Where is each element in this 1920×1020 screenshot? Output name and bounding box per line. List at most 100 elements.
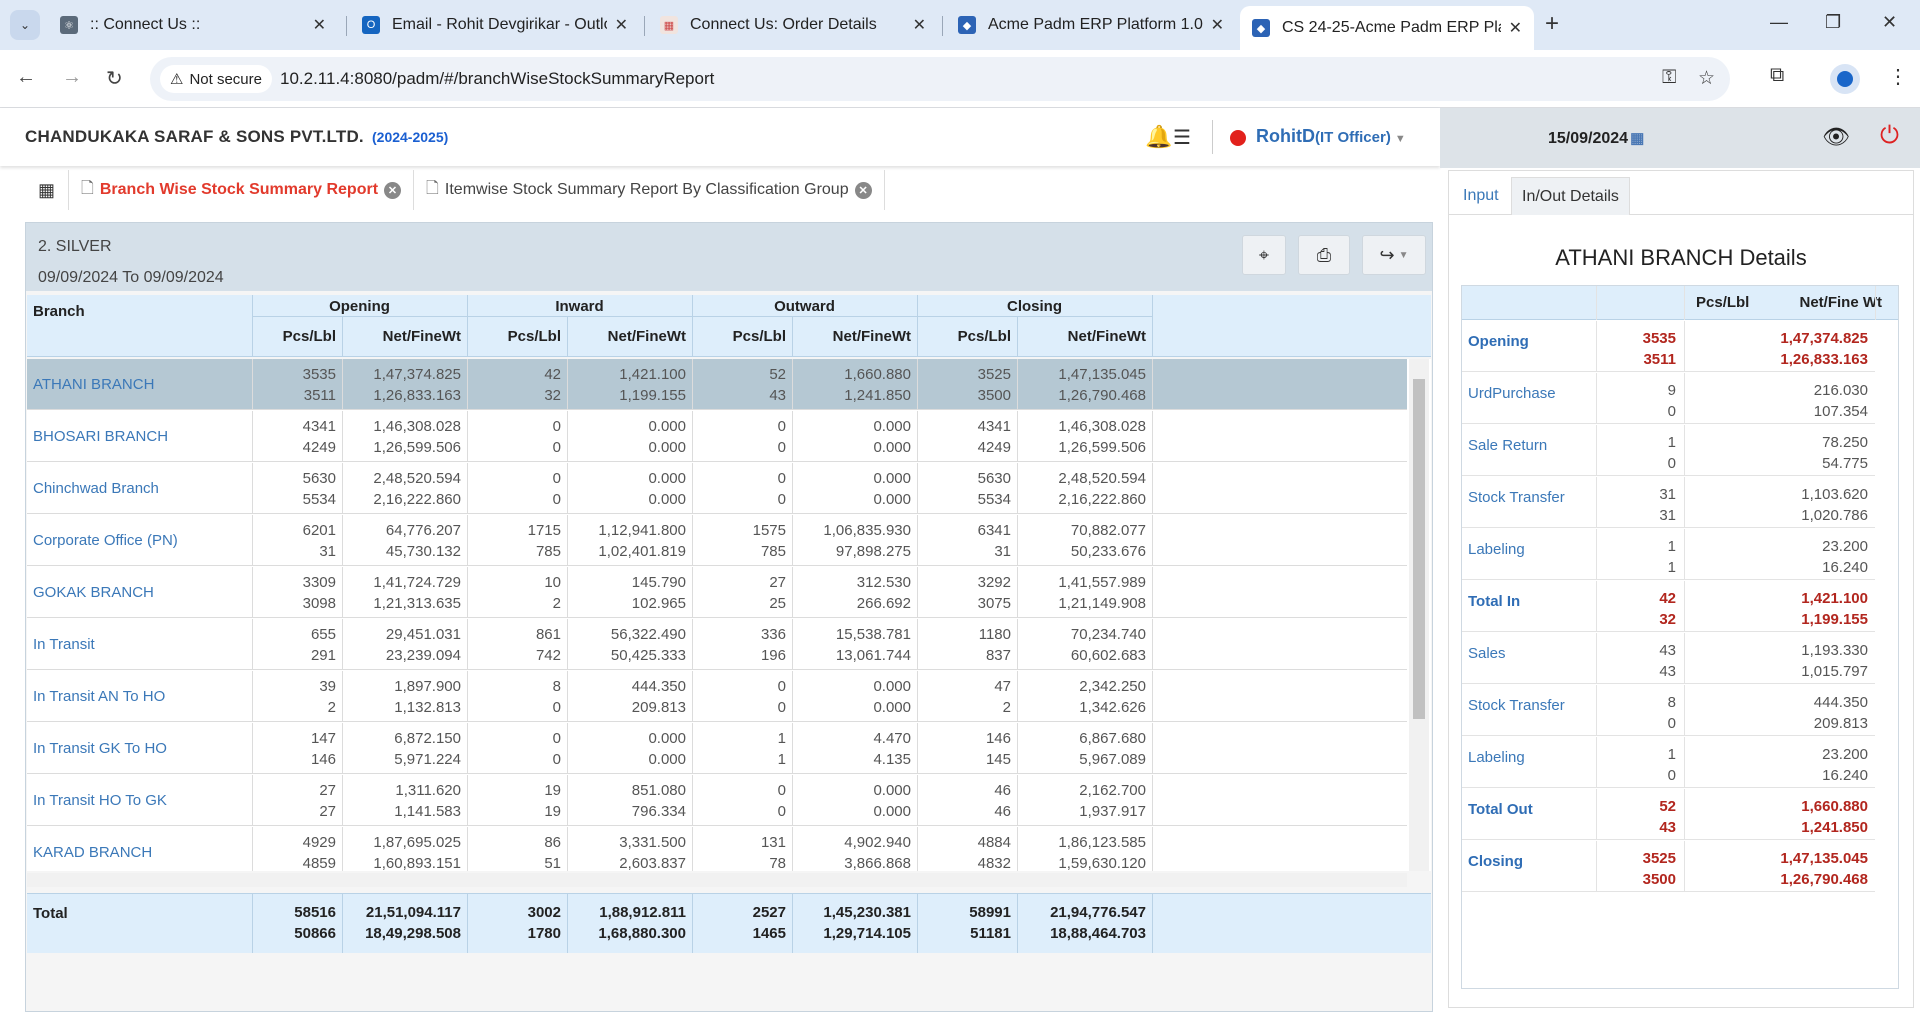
tab-branch-wise-stock[interactable]: 🗋 Branch Wise Stock Summary Report ✕ — [69, 170, 415, 210]
calendar-icon[interactable]: ▦ — [1630, 130, 1644, 147]
outlook-icon: O — [362, 16, 380, 34]
url-text[interactable]: 10.2.11.4:8080/padm/#/branchWiseStockSum… — [280, 69, 714, 89]
details-row[interactable]: Labeling 1 0 23.200 16.240 — [1462, 737, 1875, 788]
value-cell: 1,06,835.930 97,898.275 — [823, 522, 911, 560]
reload-icon[interactable]: ↻ — [106, 66, 123, 91]
table-row[interactable]: GOKAK BRANCH 3309 3098 1,41,724.729 1,21,313… — [27, 567, 1407, 618]
vertical-scrollbar[interactable] — [1409, 359, 1429, 871]
profile-avatar[interactable] — [1830, 64, 1860, 94]
value-cell: 4929 4859 — [302, 834, 336, 871]
branch-link[interactable]: KARAD BRANCH — [33, 842, 152, 871]
date-picker[interactable]: 15/09/2024 ▦ — [1548, 129, 1644, 148]
eye-slash-icon[interactable]: 👁 — [1822, 124, 1850, 150]
details-pcs: 31 31 — [1659, 486, 1676, 524]
close-tab-icon[interactable]: ✕ — [854, 181, 872, 199]
close-tab-icon[interactable]: ✕ — [1211, 15, 1224, 35]
extensions-icon[interactable]: ⧉ — [1770, 64, 1784, 87]
grid-body[interactable]: KOLHAPUR BRANCH468245231,86,862.8301,62,… — [27, 359, 1431, 871]
table-row[interactable]: Corporate Office (PN) 6201 31 64,776.207 45,… — [27, 515, 1407, 566]
value-cell: 2,342.250 1,342.626 — [1079, 678, 1146, 716]
bookmark-star-icon[interactable]: ☆ — [1698, 67, 1715, 90]
security-indicator[interactable]: ⚠ Not secure — [160, 65, 272, 93]
table-row[interactable]: In Transit GK To HO 147 146 6,872.150 5,971.… — [27, 723, 1407, 774]
value-cell: 312.530 266.692 — [856, 574, 911, 612]
password-key-icon[interactable]: ⚿ — [1662, 67, 1676, 89]
details-row[interactable]: Closing 3525 3500 1,47,135.045 1,26,790.468 — [1462, 841, 1875, 892]
details-row[interactable]: Labeling 1 1 23.200 16.240 — [1462, 529, 1875, 580]
close-tab-icon[interactable]: ✕ — [313, 15, 326, 35]
branch-link[interactable]: In Transit AN To HO — [33, 686, 165, 728]
branch-link[interactable]: In Transit — [33, 634, 95, 676]
details-row[interactable]: Total In 42 32 1,421.100 1,199.155 — [1462, 581, 1875, 632]
value-cell: 444.350 209.813 — [631, 678, 686, 716]
horizontal-scrollbar[interactable] — [27, 873, 1407, 887]
details-row[interactable]: Opening 3535 3511 1,47,374.825 1,26,833.163 — [1462, 321, 1875, 372]
branch-link[interactable]: Corporate Office (PN) — [33, 530, 178, 572]
table-row[interactable]: In Transit 655 291 29,451.031 23,239.094 861 7… — [27, 619, 1407, 670]
table-row[interactable]: In Transit AN To HO 39 2 1,897.900 1,132.813… — [27, 671, 1407, 722]
tab-input[interactable]: Input — [1453, 177, 1509, 215]
value-cell: 851.080 796.334 — [631, 782, 686, 820]
details-row[interactable]: Stock Transfer 31 31 1,103.620 1,020.786 — [1462, 477, 1875, 528]
value-cell: 655 291 — [310, 626, 336, 664]
location-button[interactable]: ⌖ — [1242, 235, 1286, 275]
close-tab-icon[interactable]: ✕ — [384, 181, 402, 199]
list-menu-icon[interactable]: ☰ — [1173, 125, 1191, 150]
close-window-icon[interactable]: ✕ — [1882, 12, 1897, 33]
value-cell: 6341 31 — [977, 522, 1011, 560]
new-tab-icon[interactable]: + — [1545, 10, 1559, 38]
details-row[interactable]: UrdPurchase 9 0 216.030 107.354 — [1462, 373, 1875, 424]
back-icon[interactable]: ← — [16, 66, 36, 89]
restore-icon[interactable]: ❐ — [1825, 12, 1841, 33]
omnibox[interactable]: ⚠ Not secure 10.2.11.4:8080/padm/#/branc… — [150, 57, 1730, 101]
table-row[interactable]: In Transit HO To GK 27 27 1,311.620 1,141.58… — [27, 775, 1407, 826]
branch-link[interactable]: ATHANI BRANCH — [33, 374, 154, 416]
app-header: CHANDUKAKA SARAF & SONS PVT.LTD. (2024-2… — [0, 108, 1440, 166]
branch-link[interactable]: In Transit GK To HO — [33, 738, 167, 780]
details-wt: 1,47,135.045 1,26,790.468 — [1780, 850, 1868, 888]
tab-search-dropdown-icon[interactable]: ⌄ — [10, 10, 40, 40]
table-row[interactable]: BHOSARI BRANCH 4341 4249 1,46,308.028 1,26,5… — [27, 411, 1407, 462]
details-row[interactable]: Stock Transfer 8 0 444.350 209.813 — [1462, 685, 1875, 736]
forward-icon[interactable]: → — [62, 66, 82, 89]
table-row[interactable]: KARAD BRANCH 4929 4859 1,87,695.025 1,60,893… — [27, 827, 1407, 871]
browser-tab-connect-us[interactable]: ⚛ :: Connect Us :: ✕ — [48, 8, 338, 42]
details-table: Pcs/Lbl Net/Fine Wt Opening 3535 3511 1,47,… — [1461, 285, 1899, 989]
close-tab-icon[interactable]: ✕ — [1509, 18, 1522, 38]
branch-link[interactable]: GOKAK BRANCH — [33, 582, 154, 624]
details-row[interactable]: Sale Return 1 0 78.250 54.775 — [1462, 425, 1875, 476]
value-cell: 1,86,123.585 1,59,630.120 — [1058, 834, 1146, 871]
apps-grid-icon[interactable]: ▦ — [25, 170, 69, 210]
share-button[interactable]: ↪ ▼ — [1362, 235, 1426, 275]
value-cell: 146 145 — [985, 730, 1011, 768]
table-row[interactable]: ATHANI BRANCH 3535 3511 1,47,374.825 1,26,83… — [27, 359, 1407, 410]
value-cell: 131 78 — [760, 834, 786, 871]
details-row[interactable]: Sales 43 43 1,193.330 1,015.797 — [1462, 633, 1875, 684]
user-menu[interactable]: RohitD(IT Officer) ▼ — [1256, 126, 1406, 147]
minimize-icon[interactable]: — — [1770, 12, 1788, 33]
value-cell: 145.790 102.965 — [631, 574, 686, 612]
value-cell: 1,45,230.381 1,29,714.105 — [823, 904, 911, 942]
tab-in-out-details[interactable]: In/Out Details — [1511, 177, 1630, 215]
print-button[interactable]: ⎙ — [1298, 235, 1350, 275]
value-cell: 27 27 — [319, 782, 336, 820]
details-row[interactable]: Total Out 52 43 1,660.880 1,241.850 — [1462, 789, 1875, 840]
browser-tab-order-details[interactable]: ▦ Connect Us: Order Details ✕ — [648, 8, 938, 42]
branch-link[interactable]: BHOSARI BRANCH — [33, 426, 168, 468]
user-role: (IT Officer) — [1314, 129, 1391, 146]
branch-link[interactable]: In Transit HO To GK — [33, 790, 167, 832]
close-tab-icon[interactable]: ✕ — [913, 15, 926, 35]
share-icon: ↪ — [1379, 244, 1395, 265]
close-tab-icon[interactable]: ✕ — [615, 15, 628, 35]
browser-tab-erp[interactable]: ◆ Acme Padm ERP Platform 1.00 T ✕ — [946, 8, 1236, 42]
browser-menu-icon[interactable]: ⋮ — [1888, 64, 1908, 89]
table-row[interactable]: Chinchwad Branch 5630 5534 2,48,520.594 2,16… — [27, 463, 1407, 514]
tab-itemwise-stock[interactable]: 🗋 Itemwise Stock Summary Report By Class… — [414, 170, 885, 210]
notification-bell-icon[interactable]: 🔔 — [1145, 124, 1172, 150]
browser-tab-outlook[interactable]: O Email - Rohit Devgirikar - Outlo ✕ — [350, 8, 640, 42]
browser-tab-erp-active[interactable]: ◆ CS 24-25-Acme Padm ERP Platf ✕ — [1240, 6, 1534, 50]
branch-link[interactable]: Chinchwad Branch — [33, 478, 159, 520]
value-cell: 6,867.680 5,967.089 — [1079, 730, 1146, 768]
power-icon[interactable]: ⏻ — [1880, 122, 1899, 150]
details-row-label: Stock Transfer — [1468, 697, 1565, 714]
